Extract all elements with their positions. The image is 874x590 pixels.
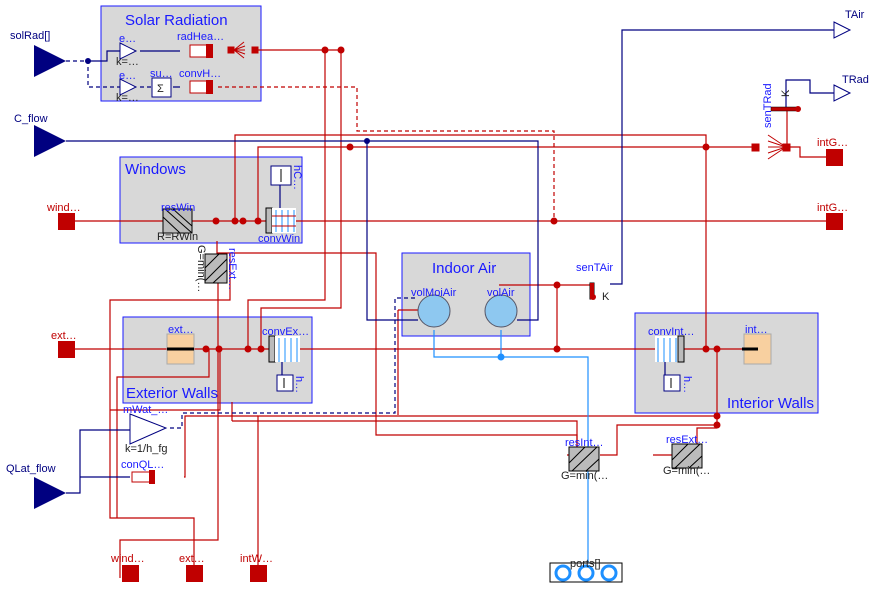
heat-port-square-icon bbox=[186, 565, 203, 582]
ext-port-label: ext… bbox=[51, 330, 77, 342]
con-ql[interactable]: conQL… bbox=[121, 459, 164, 484]
input-triangle-icon bbox=[34, 477, 66, 509]
resext-label: resExt… bbox=[666, 434, 708, 446]
c-flow-input[interactable]: C_flow bbox=[14, 113, 66, 157]
sentair-label: senTAir bbox=[576, 262, 613, 274]
wind-port-label: wind… bbox=[46, 202, 81, 214]
fluid-ports[interactable]: ports[] bbox=[549, 558, 623, 583]
reswin-label: resWin bbox=[161, 202, 195, 214]
sum-block[interactable]: Σ su… bbox=[150, 68, 173, 98]
res-win[interactable]: resWin R=RWin bbox=[157, 202, 198, 243]
heat-port-square-icon bbox=[826, 213, 843, 230]
hc-win-label: hC… bbox=[291, 165, 303, 190]
bottom-intw-label: intW… bbox=[240, 553, 273, 565]
output-triangle-icon bbox=[833, 21, 852, 39]
mwat-label: mWat_… bbox=[123, 404, 168, 416]
heat-port-square-icon bbox=[250, 565, 267, 582]
tair-output[interactable]: TAir bbox=[833, 9, 865, 39]
modelica-diagram: Solar Radiation Windows Indoor Air Exter… bbox=[6, 5, 869, 583]
windows-title: Windows bbox=[125, 161, 186, 178]
k2-label: k=… bbox=[116, 92, 139, 104]
sum-symbol-icon: Σ bbox=[157, 83, 164, 95]
fluid-port-icon bbox=[600, 564, 618, 582]
vol-air[interactable]: volAir bbox=[484, 287, 518, 328]
hc-int-label: h… bbox=[681, 376, 693, 393]
heat-port-square-icon bbox=[826, 149, 843, 166]
intwall-label: int… bbox=[745, 324, 768, 336]
sen-tair[interactable]: senTAir K bbox=[576, 262, 613, 303]
bottom-ext-label: ext… bbox=[179, 553, 205, 565]
solar-radiation-title: Solar Radiation bbox=[125, 12, 228, 29]
bottom-wind-label: wind… bbox=[110, 553, 145, 565]
resextwin-label: resExt… bbox=[226, 248, 238, 290]
ports-label: ports[] bbox=[570, 558, 601, 570]
input-triangle-icon bbox=[34, 45, 66, 77]
volmoiair-label: volMoiAir bbox=[411, 287, 457, 299]
mwat-gain[interactable]: mWat_… k=1/h_fg bbox=[123, 404, 168, 455]
extwall-label: ext… bbox=[168, 324, 194, 336]
convext-label: convEx… bbox=[262, 326, 309, 338]
hc-ext-block[interactable]: h… bbox=[276, 374, 305, 393]
intg2-label: intG… bbox=[817, 202, 848, 214]
resext-param: G=min(… bbox=[663, 465, 710, 477]
ext-heat-port[interactable]: ext… bbox=[51, 330, 77, 358]
resint-param: G=min(… bbox=[561, 470, 608, 482]
fluid-junction bbox=[497, 353, 505, 361]
bottom-ext-port[interactable]: ext… bbox=[179, 553, 205, 582]
e1-label: e… bbox=[119, 33, 136, 45]
output-triangle-icon bbox=[833, 84, 852, 102]
tair-label: TAir bbox=[845, 9, 865, 21]
solrad-label: solRad[] bbox=[10, 30, 50, 42]
qlat-flow-label: QLat_flow bbox=[6, 463, 56, 475]
input-triangle-icon bbox=[34, 125, 66, 157]
sentrad-unit: K bbox=[780, 89, 792, 97]
resextwin-param: G=min(… bbox=[195, 245, 207, 292]
exterior-walls-title: Exterior Walls bbox=[126, 385, 218, 402]
bottom-wind-port[interactable]: wind… bbox=[110, 553, 145, 582]
c-flow-label: C_flow bbox=[14, 113, 48, 125]
heat-port-square-icon bbox=[122, 565, 139, 582]
e2-label: e… bbox=[119, 70, 136, 82]
convh-label: convH… bbox=[179, 68, 221, 80]
fluid-port-icon bbox=[554, 564, 572, 582]
solrad-input[interactable]: solRad[] bbox=[10, 30, 66, 77]
wind-heat-port[interactable]: wind… bbox=[46, 202, 81, 230]
convint-label: convInt… bbox=[648, 326, 694, 338]
k1-label: k=… bbox=[116, 56, 139, 68]
intg-port-1[interactable]: intG… bbox=[817, 137, 848, 166]
convwin-label: convWin bbox=[258, 233, 300, 245]
heat-port-square-icon bbox=[58, 341, 75, 358]
resint-label: resInt… bbox=[565, 437, 604, 449]
indoor-air-title: Indoor Air bbox=[432, 260, 496, 277]
heat-port-square-icon bbox=[58, 213, 75, 230]
qlat-flow-input[interactable]: QLat_flow bbox=[6, 463, 66, 509]
rad-collector-icon bbox=[751, 134, 791, 160]
reswin-param: R=RWin bbox=[157, 231, 198, 243]
bottom-intw-port[interactable]: intW… bbox=[240, 553, 273, 582]
conql-label: conQL… bbox=[121, 459, 164, 471]
trad-label: TRad bbox=[842, 74, 869, 86]
res-int[interactable]: resInt… G=min(… bbox=[561, 437, 608, 482]
int-wall[interactable]: int… bbox=[742, 324, 772, 365]
ext-wall[interactable]: ext… bbox=[166, 324, 195, 365]
sum-label: su… bbox=[150, 68, 173, 80]
sentair-unit: K bbox=[602, 291, 610, 303]
intg1-label: intG… bbox=[817, 137, 848, 149]
sentrad-label: senTRad bbox=[762, 83, 774, 128]
radhea-label: radHea… bbox=[177, 31, 224, 43]
sen-trad[interactable]: senTRad K bbox=[762, 83, 801, 128]
volair-label: volAir bbox=[487, 287, 515, 299]
hc-int-block[interactable]: h… bbox=[663, 374, 693, 393]
mwat-param: k=1/h_fg bbox=[125, 443, 168, 455]
hc-ext-label: h… bbox=[293, 376, 305, 393]
interior-walls-title: Interior Walls bbox=[727, 395, 814, 412]
trad-output[interactable]: TRad bbox=[833, 74, 869, 102]
intg-port-2[interactable]: intG… bbox=[817, 202, 848, 230]
